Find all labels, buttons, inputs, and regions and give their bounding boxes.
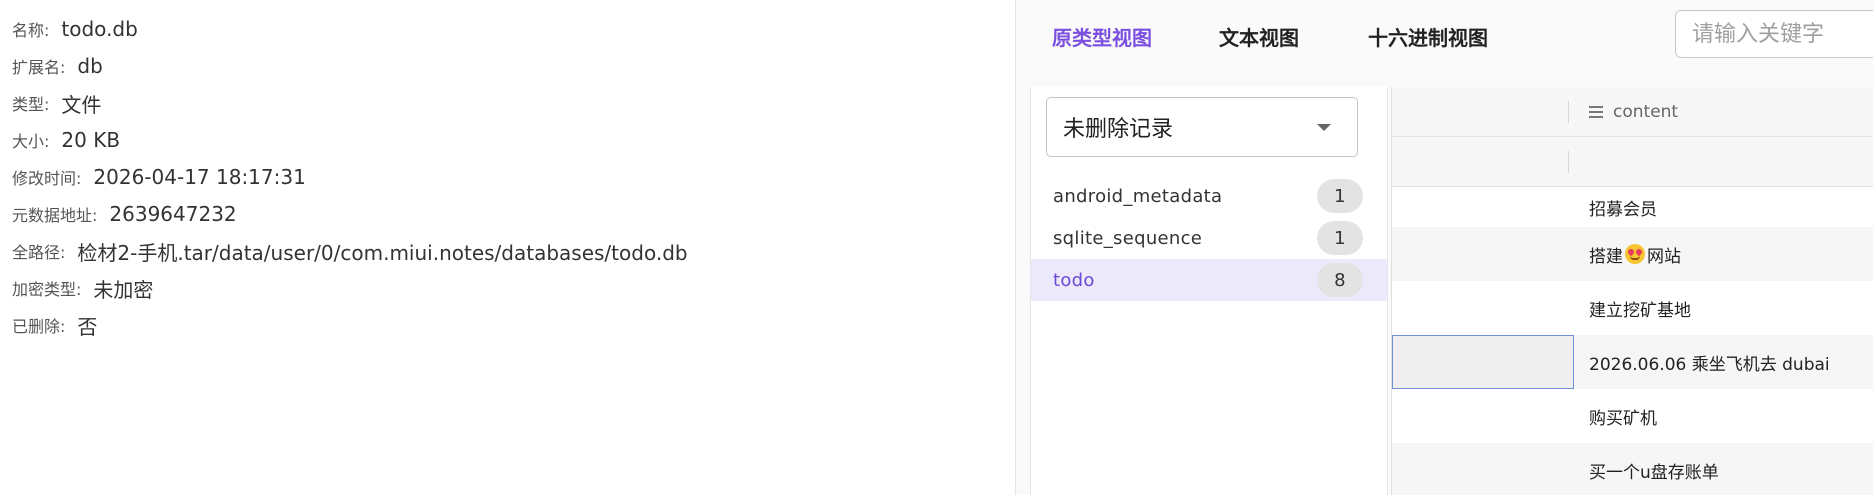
metadata-address-row: 元数据地址: 2639647232 (12, 199, 237, 229)
filter-separator (1568, 151, 1569, 173)
record-filter-select[interactable]: 未删除记录 (1046, 97, 1358, 157)
column-type-icon (1589, 103, 1605, 121)
focused-cell[interactable] (1392, 335, 1574, 389)
content-text: 网站 (1647, 246, 1681, 267)
content-cell[interactable]: 搭建 网站 (1589, 227, 1681, 281)
extension-label: 扩展名: (12, 58, 66, 77)
column-resize-handle[interactable] (1568, 101, 1569, 123)
deleted-value: 否 (77, 314, 98, 339)
column-header-label: content (1613, 102, 1679, 122)
table-count-badge: 1 (1317, 179, 1363, 213)
full-path-row: 全路径: 检材2-手机.tar/data/user/0/com.miui.not… (12, 236, 688, 266)
data-grid: content 招募会员 搭建 网站 建立挖矿基地 2026.06.06 乘坐飞机… (1391, 87, 1873, 495)
dropdown-arrow-icon (1317, 124, 1331, 131)
modified-time-row: 修改时间: 2026-04-17 18:17:31 (12, 162, 306, 192)
table-item-todo[interactable]: todo 8 (1031, 259, 1387, 301)
modified-time-value: 2026-04-17 18:17:31 (93, 165, 306, 189)
content-cell[interactable]: 买一个u盘存账单 (1589, 443, 1719, 495)
modified-time-label: 修改时间: (12, 169, 82, 188)
size-label: 大小: (12, 132, 50, 151)
name-label: 名称: (12, 21, 50, 40)
content-text: 搭建 (1589, 246, 1623, 267)
table-row[interactable]: 购买矿机 (1392, 389, 1873, 443)
table-row[interactable]: 建立挖矿基地 (1392, 281, 1873, 335)
column-header-content[interactable]: content (1589, 87, 1678, 137)
full-path-value: 检材2-手机.tar/data/user/0/com.miui.notes/da… (77, 240, 688, 265)
content-cell[interactable]: 购买矿机 (1589, 389, 1657, 443)
search-input[interactable] (1675, 10, 1873, 58)
file-properties-panel: 名称: todo.db 扩展名: db 类型: 文件 大小: 20 KB 修改时… (0, 0, 1015, 495)
table-item-name: android_metadata (1053, 185, 1223, 207)
tab-native-view[interactable]: 原类型视图 (1052, 20, 1152, 52)
table-row[interactable]: 招募会员 (1392, 187, 1873, 227)
grid-filter-row (1392, 137, 1873, 187)
size-value: 20 KB (61, 128, 121, 152)
table-item-sqlite-sequence[interactable]: sqlite_sequence 1 (1031, 217, 1387, 259)
record-filter-value: 未删除记录 (1063, 117, 1174, 142)
table-row[interactable]: 买一个u盘存账单 (1392, 443, 1873, 495)
table-row[interactable]: 2026.06.06 乘坐飞机去 dubai (1392, 335, 1873, 389)
content-cell[interactable]: 2026.06.06 乘坐飞机去 dubai (1589, 335, 1830, 389)
table-item-name: sqlite_sequence (1053, 227, 1203, 249)
tab-hex-view[interactable]: 十六进制视图 (1368, 20, 1488, 52)
name-value: todo.db (61, 17, 138, 41)
content-cell[interactable]: 建立挖矿基地 (1589, 281, 1691, 335)
deleted-row: 已删除: 否 (12, 310, 97, 340)
grid-header-row: content (1392, 87, 1873, 137)
table-item-name: todo (1053, 269, 1095, 291)
extension-row: 扩展名: db (12, 51, 103, 81)
content-cell[interactable]: 招募会员 (1589, 187, 1657, 227)
type-row: 类型: 文件 (12, 88, 101, 118)
name-row: 名称: todo.db (12, 14, 138, 44)
type-label: 类型: (12, 95, 50, 114)
deleted-label: 已删除: (12, 317, 66, 336)
table-count-badge: 1 (1317, 221, 1363, 255)
metadata-address-value: 2639647232 (109, 202, 237, 226)
viewer-panel: 原类型视图 文本视图 十六进制视图 未删除记录 android_metadata… (1016, 0, 1873, 495)
encryption-label: 加密类型: (12, 280, 82, 299)
table-count-badge: 8 (1317, 263, 1363, 297)
metadata-address-label: 元数据地址: (12, 206, 98, 225)
size-row: 大小: 20 KB (12, 125, 120, 155)
table-item-android-metadata[interactable]: android_metadata 1 (1031, 175, 1387, 217)
tab-text-view[interactable]: 文本视图 (1219, 20, 1299, 52)
full-path-label: 全路径: (12, 243, 66, 262)
type-value: 文件 (61, 92, 102, 117)
table-row[interactable]: 搭建 网站 (1392, 227, 1873, 281)
encryption-value: 未加密 (93, 277, 154, 302)
encryption-row: 加密类型: 未加密 (12, 273, 153, 303)
extension-value: db (77, 54, 103, 78)
heart-eyes-emoji-icon (1625, 244, 1645, 264)
